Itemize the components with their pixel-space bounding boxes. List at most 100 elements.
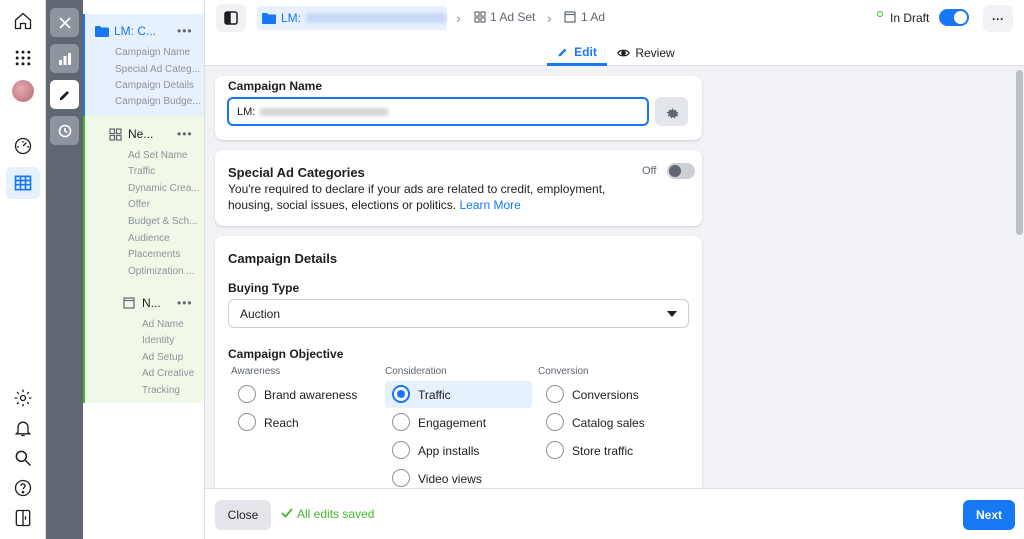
- tree-campaign-section[interactable]: LM: C... ••• Campaign Name Special Ad Ca…: [83, 14, 204, 116]
- chevron-right-icon: ›: [456, 10, 461, 26]
- tree-adset-more-icon[interactable]: •••: [177, 127, 193, 141]
- toggle-sidebar-icon[interactable]: [216, 4, 246, 32]
- tools-column: [46, 0, 83, 539]
- folder-icon: [262, 12, 276, 24]
- campaign-name-value: LM:: [237, 105, 256, 118]
- campaign-name-input[interactable]: LM:: [227, 97, 649, 126]
- global-nav-rail: [0, 0, 46, 539]
- help-icon[interactable]: [8, 473, 38, 503]
- adset-grid-icon: [109, 127, 122, 141]
- edit-pencil-icon[interactable]: [50, 80, 79, 109]
- tree-item[interactable]: Identity: [142, 335, 204, 346]
- tab-review-label: Review: [635, 46, 675, 60]
- radio-video-views[interactable]: [392, 469, 410, 487]
- tree-item[interactable]: Offer: [128, 199, 204, 210]
- scrollbar[interactable]: [1015, 66, 1024, 488]
- campaign-name-card: Campaign Name LM:: [215, 76, 702, 140]
- close-button[interactable]: Close: [215, 500, 271, 530]
- tree-ad-more-icon[interactable]: •••: [177, 296, 193, 310]
- breadcrumb-campaign[interactable]: LM:: [257, 6, 447, 30]
- chart-icon[interactable]: [50, 44, 79, 73]
- history-clock-icon[interactable]: [50, 116, 79, 145]
- tree-item[interactable]: Audience: [128, 233, 204, 244]
- campaign-details-heading: Campaign Details: [228, 251, 338, 266]
- tree-adset-title: Ne...: [128, 127, 154, 141]
- tree-item[interactable]: Traffic: [128, 166, 204, 177]
- breadcrumb-ad-label: 1 Ad: [581, 10, 606, 24]
- draft-status-label: In Draft: [890, 11, 930, 25]
- campaign-name-heading: Campaign Name: [228, 79, 323, 93]
- tree-item[interactable]: Ad Set Name: [128, 150, 204, 161]
- col-awareness: Awareness: [231, 366, 281, 377]
- more-options-button[interactable]: ···: [983, 5, 1013, 32]
- name-settings-gear-icon[interactable]: [655, 97, 688, 126]
- adset-grid-icon: [474, 11, 486, 23]
- buying-type-label: Buying Type: [228, 281, 300, 295]
- chevron-right-icon: ›: [547, 10, 552, 26]
- breadcrumb-campaign-label: LM:: [281, 11, 302, 25]
- eye-icon: [617, 49, 631, 57]
- table-icon[interactable]: [6, 167, 40, 199]
- breadcrumb-ad[interactable]: 1 Ad: [564, 10, 605, 24]
- option-label: Traffic: [418, 388, 451, 402]
- ad-icon: [123, 297, 135, 309]
- radio-app-installs[interactable]: [392, 441, 410, 459]
- option-label: Store traffic: [572, 444, 634, 458]
- option-label: Reach: [264, 416, 299, 430]
- bell-icon[interactable]: [8, 413, 38, 443]
- tree-item[interactable]: Optimization ...: [128, 266, 204, 277]
- panel-icon[interactable]: [8, 503, 38, 533]
- tree-item[interactable]: Tracking: [142, 385, 204, 396]
- special-ad-desc-text: You're required to declare if your ads a…: [228, 182, 606, 212]
- tree-item[interactable]: Budget & Sch...: [128, 216, 204, 227]
- tree-item[interactable]: Special Ad Categ...: [115, 64, 203, 75]
- radio-conversions[interactable]: [546, 385, 564, 403]
- campaign-tree: LM: C... ••• Campaign Name Special Ad Ca…: [83, 0, 205, 539]
- draft-status-dot: [877, 11, 883, 17]
- col-conversion: Conversion: [538, 366, 589, 377]
- apps-grid-icon[interactable]: [8, 43, 38, 73]
- buying-type-select[interactable]: Auction: [228, 299, 689, 328]
- radio-traffic[interactable]: [392, 385, 410, 403]
- avatar[interactable]: [8, 76, 38, 106]
- dashboard-icon[interactable]: [8, 131, 38, 161]
- tab-edit[interactable]: Edit: [547, 40, 607, 66]
- option-label: Engagement: [418, 416, 487, 430]
- tab-review[interactable]: Review: [615, 40, 677, 66]
- special-ad-toggle[interactable]: [667, 163, 695, 179]
- tree-item[interactable]: Ad Name: [142, 319, 204, 330]
- special-ad-heading: Special Ad Categories: [228, 165, 365, 180]
- radio-catalog-sales[interactable]: [546, 413, 564, 431]
- tree-item[interactable]: Ad Setup: [142, 352, 204, 363]
- chevron-down-icon: [667, 311, 677, 317]
- tree-campaign-title: LM: C...: [114, 24, 157, 38]
- special-ad-toggle-label: Off: [642, 165, 657, 177]
- campaign-objective-label: Campaign Objective: [228, 347, 344, 361]
- home-icon[interactable]: [8, 6, 38, 36]
- tree-item[interactable]: Ad Creative: [142, 368, 204, 379]
- redacted-text: [259, 107, 390, 116]
- breadcrumb-adset[interactable]: 1 Ad Set: [474, 10, 535, 24]
- radio-store-traffic[interactable]: [546, 441, 564, 459]
- tab-edit-label: Edit: [574, 44, 597, 59]
- draft-toggle[interactable]: [939, 9, 969, 26]
- tree-item[interactable]: Campaign Details: [115, 80, 203, 91]
- close-icon[interactable]: [50, 8, 79, 37]
- radio-brand-awareness[interactable]: [238, 385, 256, 403]
- option-label: Video views: [418, 472, 482, 486]
- settings-icon[interactable]: [8, 383, 38, 413]
- tree-adset-section[interactable]: Ne... ••• Ad Set Name Traffic Dynamic Cr…: [83, 116, 204, 403]
- search-icon[interactable]: [8, 443, 38, 473]
- breadcrumb-adset-label: 1 Ad Set: [490, 10, 536, 24]
- tree-item[interactable]: Placements: [128, 249, 204, 260]
- option-label: Catalog sales: [572, 416, 645, 430]
- radio-engagement[interactable]: [392, 413, 410, 431]
- tree-item[interactable]: Dynamic Crea...: [128, 183, 204, 194]
- next-button[interactable]: Next: [963, 500, 1015, 530]
- learn-more-link[interactable]: Learn More: [459, 198, 520, 212]
- tree-campaign-more-icon[interactable]: •••: [177, 24, 193, 38]
- tree-item[interactable]: Campaign Budge...: [115, 96, 203, 107]
- editor-footer: Close All edits saved Next: [205, 488, 1024, 539]
- radio-reach[interactable]: [238, 413, 256, 431]
- tree-item[interactable]: Campaign Name: [115, 47, 203, 58]
